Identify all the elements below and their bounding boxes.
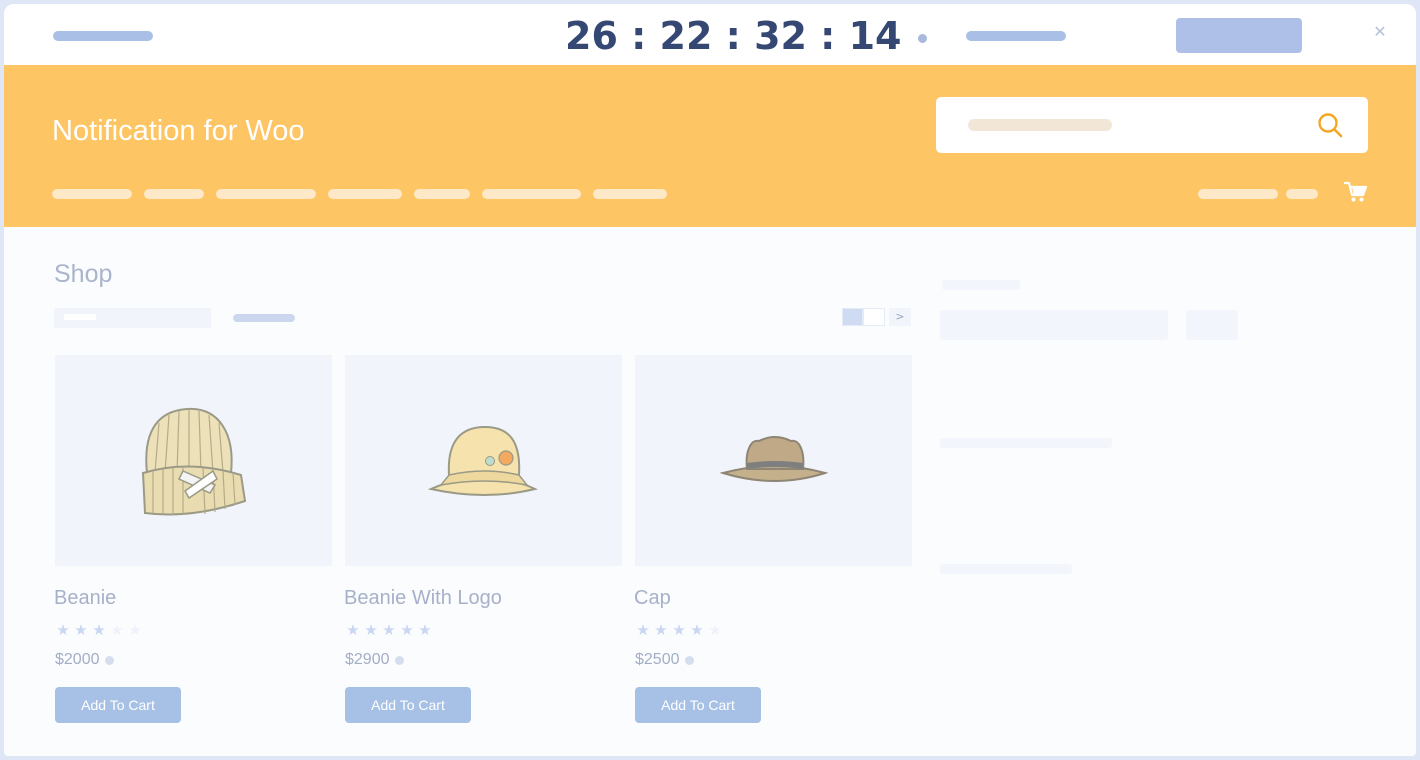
sidebar-search-button[interactable]: [1186, 310, 1238, 340]
star-icon: ★: [636, 621, 650, 639]
grid-view-toggle[interactable]: [842, 308, 863, 326]
cart-total[interactable]: [1286, 189, 1318, 199]
topbar-action-button[interactable]: [1176, 18, 1302, 53]
star-icon: ★: [382, 621, 396, 639]
star-icon: ★: [654, 621, 668, 639]
site-title[interactable]: Notification for Woo: [52, 115, 305, 148]
star-icon: ★: [364, 621, 378, 639]
fedora-illustration: [719, 436, 829, 482]
add-to-cart-button[interactable]: Add To Cart: [635, 687, 761, 723]
nav-item-7[interactable]: [593, 189, 667, 199]
sort-select-value: [64, 314, 96, 320]
star-icon: ★: [400, 621, 414, 639]
star-icon: ★: [690, 621, 704, 639]
star-icon: ★: [418, 621, 432, 639]
add-to-cart-button[interactable]: Add To Cart: [345, 687, 471, 723]
account-link[interactable]: [1198, 189, 1278, 199]
price-dot: [394, 655, 404, 665]
nav-item-5[interactable]: [414, 189, 470, 199]
rating-stars: ★ ★ ★ ★ ★: [55, 622, 143, 638]
price-value: $2000: [55, 651, 100, 668]
star-icon: ★: [672, 621, 686, 639]
star-icon: ★: [92, 621, 106, 639]
nav-item-6[interactable]: [482, 189, 581, 199]
nav-item-2[interactable]: [144, 189, 204, 199]
price-value: $2900: [345, 651, 390, 668]
rating-stars: ★ ★ ★ ★ ★: [345, 622, 433, 638]
product-name[interactable]: Beanie With Logo: [344, 587, 502, 610]
countdown-dot: [917, 33, 927, 43]
sort-select[interactable]: [54, 308, 211, 328]
star-icon: ★: [56, 621, 70, 639]
add-to-cart-button[interactable]: Add To Cart: [55, 687, 181, 723]
sidebar-widget-heading: [940, 438, 1112, 448]
star-icon: ★: [110, 621, 124, 639]
product-image[interactable]: [345, 355, 622, 566]
result-count: [233, 314, 295, 322]
search-icon[interactable]: [1316, 111, 1344, 139]
cart-icon[interactable]: [1344, 181, 1368, 203]
close-icon[interactable]: ✕: [1372, 24, 1388, 40]
store-header: Notification for Woo: [4, 65, 1416, 227]
bucket-hat-illustration: [427, 425, 538, 496]
product-price: $2900: [345, 651, 404, 669]
star-icon: ★: [128, 621, 142, 639]
list-view-toggle[interactable]: [863, 308, 885, 326]
sidebar-widget-heading: [940, 564, 1072, 574]
nav-item-1[interactable]: [52, 189, 132, 199]
nav-item-4[interactable]: [328, 189, 402, 199]
browser-window: 26 : 22 : 32 : 14 ✕ Notification for Woo: [4, 4, 1416, 756]
beanie-illustration: [141, 407, 247, 516]
search-input[interactable]: [936, 97, 1368, 153]
search-placeholder: [968, 119, 1112, 131]
countdown-timer: 26 : 22 : 32 : 14: [565, 14, 927, 58]
countdown-text: 26 : 22 : 32 : 14: [565, 14, 902, 58]
sidebar-widget-title: [942, 280, 1020, 290]
product-name[interactable]: Cap: [634, 587, 671, 610]
star-icon: ★: [708, 621, 722, 639]
star-icon: ★: [74, 621, 88, 639]
sidebar-search-input[interactable]: [940, 310, 1168, 340]
price-value: $2500: [635, 651, 680, 668]
star-icon: ★: [346, 621, 360, 639]
price-dot: [684, 655, 694, 665]
next-page-button[interactable]: >: [889, 308, 911, 326]
price-dot: [104, 655, 114, 665]
nav-item-3[interactable]: [216, 189, 316, 199]
product-name[interactable]: Beanie: [54, 587, 116, 610]
countdown-bar: 26 : 22 : 32 : 14 ✕: [4, 4, 1416, 65]
product-price: $2500: [635, 651, 694, 669]
product-image[interactable]: [55, 355, 332, 566]
topbar-placeholder-right: [966, 31, 1066, 41]
rating-stars: ★ ★ ★ ★ ★: [635, 622, 723, 638]
product-image[interactable]: [635, 355, 912, 566]
page-title: Shop: [54, 260, 113, 288]
product-price: $2000: [55, 651, 114, 669]
topbar-placeholder-left: [53, 31, 153, 41]
